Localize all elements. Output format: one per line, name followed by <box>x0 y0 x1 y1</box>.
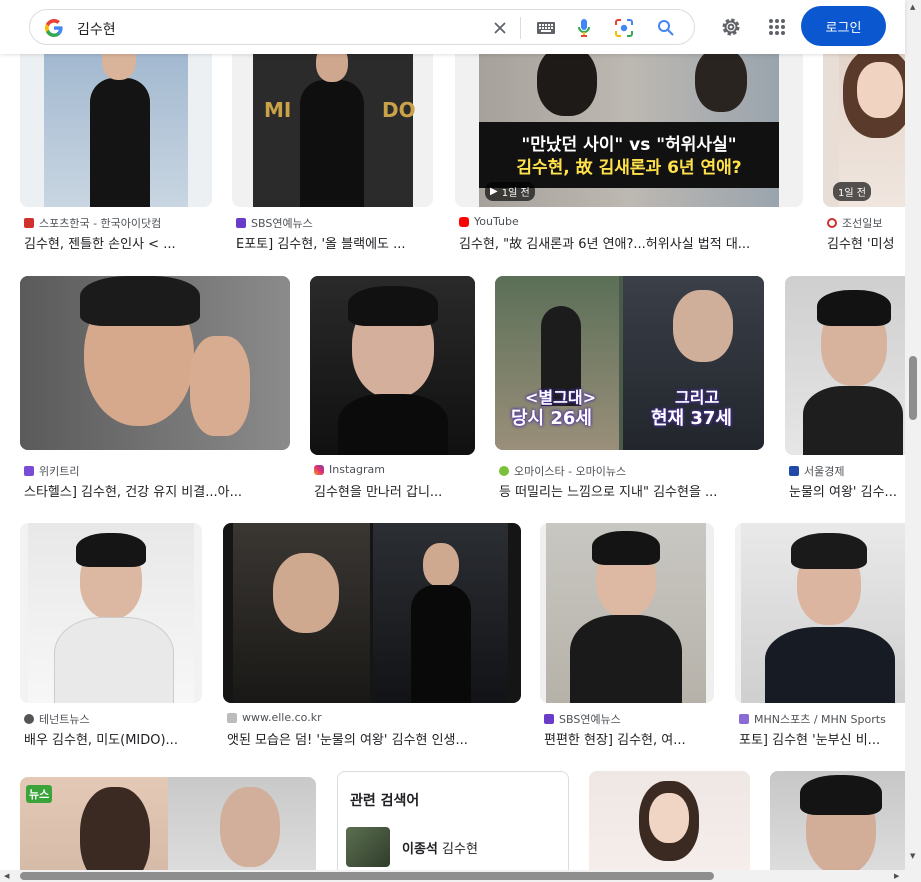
login-button[interactable]: 로그인 <box>801 6 886 46</box>
result-thumbnail[interactable] <box>310 276 475 455</box>
search-header: 김수현 로그인 <box>0 0 905 54</box>
result-source: 서울경제 <box>804 465 845 478</box>
result-thumbnail[interactable] <box>223 523 521 703</box>
result-source: 테넌트뉴스 <box>39 713 90 726</box>
related-search-rest: 김수현 <box>437 841 478 857</box>
scroll-down-icon[interactable]: ▼ <box>910 852 915 860</box>
thumbnail-overlay-text: "만났던 사이" vs "허위사실" <box>521 135 737 155</box>
source-favicon <box>236 218 246 228</box>
source-favicon <box>827 218 837 228</box>
result-source: MHN스포츠 / MHN Sports <box>754 713 886 726</box>
thumbnail-overlay-text: 당시 26세 <box>511 408 592 429</box>
source-favicon <box>24 714 34 724</box>
thumbnail-overlay-text: 현재 37세 <box>651 408 732 429</box>
youtube-icon <box>459 216 469 227</box>
keyboard-icon[interactable] <box>534 16 558 40</box>
related-search-bold: 이종석 <box>402 841 438 857</box>
source-favicon <box>24 218 34 228</box>
apps-icon[interactable] <box>764 14 790 40</box>
result-source: SBS연예뉴스 <box>559 713 621 726</box>
google-logo-icon <box>45 19 63 37</box>
result-source: www.elle.co.kr <box>242 711 322 724</box>
clear-icon[interactable] <box>488 16 512 40</box>
result-thumbnail[interactable] <box>20 523 202 703</box>
search-box[interactable]: 김수현 <box>29 9 695 45</box>
vertical-scroll-thumb[interactable] <box>909 356 917 420</box>
vertical-scrollbar[interactable]: ▲ ▼ <box>905 0 921 870</box>
source-favicon <box>499 466 509 476</box>
result-title[interactable]: 앳된 모습은 덤! '눈물의 여왕' 김수현 인생... <box>227 729 521 748</box>
result-thumbnail[interactable]: 1일 전 <box>823 54 905 207</box>
result-title[interactable]: 등 떠밀리는 느낌으로 지내" 김수현을 ... <box>499 481 764 500</box>
lens-icon[interactable] <box>612 16 636 40</box>
age-badge: ▶ 1일 전 <box>485 182 535 201</box>
result-source: YouTube <box>474 215 519 228</box>
instagram-icon <box>314 464 324 475</box>
result-source: 위키트리 <box>39 465 80 478</box>
horizontal-scrollbar[interactable]: ◀ ▶ <box>0 870 921 882</box>
source-favicon <box>227 712 237 723</box>
result-title[interactable]: 김수현, 젠틀한 손인사 < ... <box>24 233 212 252</box>
result-thumbnail[interactable] <box>770 771 905 870</box>
result-title[interactable]: 편편한 현장] 김수현, 여... <box>544 729 714 748</box>
scroll-left-icon[interactable]: ◀ <box>4 872 9 880</box>
result-title[interactable]: 김수현 '미성 <box>827 233 905 252</box>
result-title[interactable]: 포토] 김수현 '눈부신 비... <box>739 729 905 748</box>
thumbnail-overlay-text: 김수현, 故 김새론과 6년 연애? <box>516 158 742 178</box>
related-searches-title: 관련 검색어 <box>350 793 420 809</box>
result-thumbnail[interactable]: <별그대> 당시 26세 그리고 현재 37세 <box>495 276 764 450</box>
result-title[interactable]: E포토] 김수현, '올 블랙에도 ... <box>236 233 433 252</box>
play-icon: ▶ <box>490 186 498 197</box>
source-favicon <box>739 714 749 724</box>
result-thumbnail[interactable]: "만났던 사이" vs "허위사실" 김수현, 故 김새론과 6년 연애? ▶ 1… <box>455 54 803 207</box>
result-source: 스포츠한국 - 한국아이닷컴 <box>39 217 162 230</box>
source-favicon <box>24 466 34 476</box>
result-thumbnail[interactable]: MI DO <box>232 54 433 207</box>
result-source: 조선일보 <box>842 217 883 230</box>
search-icon[interactable] <box>654 16 678 40</box>
image-results: 스포츠한국 - 한국아이닷컴 김수현, 젠틀한 손인사 < ... MI DO … <box>0 54 905 870</box>
result-source: SBS연예뉴스 <box>251 217 313 230</box>
result-thumbnail[interactable] <box>785 276 905 455</box>
result-title[interactable]: 눈물의 여왕' 김수... <box>789 481 905 500</box>
result-title[interactable]: 스타헬스] 김수현, 건강 유지 비결...아... <box>24 481 290 500</box>
age-badge: 1일 전 <box>833 182 871 201</box>
search-query[interactable]: 김수현 <box>77 19 116 39</box>
result-thumbnail[interactable] <box>20 54 212 207</box>
result-title[interactable]: 김수현을 만나러 갑니... <box>314 481 475 500</box>
news-tag-icon: 뉴스 <box>26 785 53 803</box>
source-favicon <box>544 714 554 724</box>
horizontal-scroll-thumb[interactable] <box>20 872 714 880</box>
source-favicon <box>789 466 799 476</box>
result-title[interactable]: 배우 김수현, 미도(MIDO)... <box>24 729 202 748</box>
mic-icon[interactable] <box>572 16 596 40</box>
related-search-thumbnail <box>346 827 390 867</box>
result-source: 오마이스타 - 오마이뉴스 <box>514 465 627 478</box>
search-divider <box>520 17 521 39</box>
result-source: Instagram <box>329 463 385 476</box>
related-search-item[interactable]: 이종석 김수현 <box>346 827 560 867</box>
result-thumbnail[interactable]: 뉴스 <box>20 777 316 870</box>
related-searches: 관련 검색어 이종석 김수현 <box>337 771 569 870</box>
scroll-right-icon[interactable]: ▶ <box>894 872 899 880</box>
settings-icon[interactable] <box>718 14 744 40</box>
result-thumbnail[interactable] <box>20 276 290 450</box>
result-thumbnail[interactable] <box>540 523 714 703</box>
scroll-up-icon[interactable]: ▲ <box>910 3 915 11</box>
result-thumbnail[interactable] <box>589 771 750 870</box>
result-title[interactable]: 김수현, "故 김새론과 6년 연애?...허위사실 법적 대... <box>459 233 799 252</box>
result-thumbnail[interactable] <box>735 523 905 703</box>
